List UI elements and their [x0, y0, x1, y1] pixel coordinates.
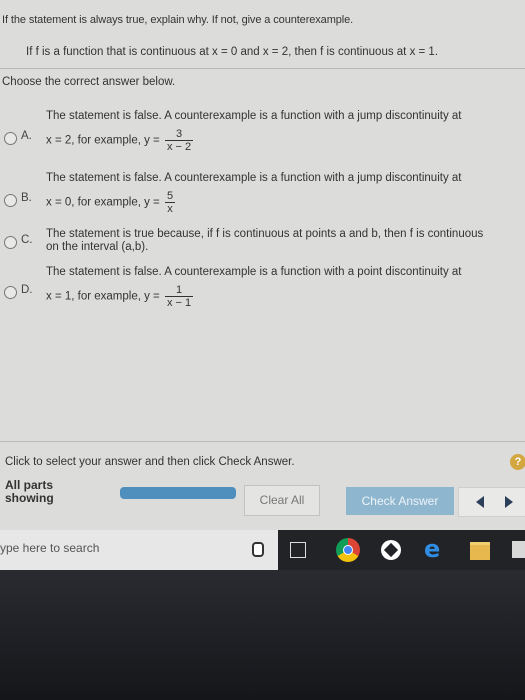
clear-all-button[interactable]: Clear All — [244, 485, 320, 516]
option-d-denominator: x − 1 — [164, 296, 194, 309]
question-statement: If f is a function that is continuous at… — [26, 46, 439, 58]
instruction-text: Choose the correct answer below. — [2, 76, 176, 88]
option-d-prefix: x = 1, for example, y = — [46, 290, 160, 303]
option-a-fraction: 3 x − 2 — [164, 128, 194, 153]
parts-showing-label: All parts showing — [5, 478, 54, 505]
divider — [0, 441, 525, 442]
help-icon[interactable]: ? — [510, 454, 525, 470]
question-panel: If the statement is always true, explain… — [0, 0, 525, 530]
option-a-letter: A. — [21, 130, 32, 142]
task-view-icon[interactable] — [290, 542, 306, 558]
file-explorer-icon[interactable] — [470, 542, 490, 560]
question-prompt: If the statement is always true, explain… — [2, 14, 354, 26]
option-b-denominator: x — [164, 202, 176, 215]
option-b-letter: B. — [21, 192, 32, 204]
option-b-text: The statement is false. A counterexample… — [46, 172, 462, 184]
divider — [0, 68, 525, 69]
option-c-letter: C. — [21, 234, 33, 246]
microphone-icon[interactable] — [252, 542, 264, 557]
app-icon[interactable] — [381, 540, 401, 560]
option-d-radio[interactable] — [4, 286, 17, 299]
question-nav — [458, 487, 525, 517]
option-a-denominator: x − 2 — [164, 140, 194, 153]
option-b-radio[interactable] — [4, 194, 17, 207]
monitor-bezel — [0, 570, 525, 700]
option-d-fraction: 1 x − 1 — [164, 284, 194, 309]
option-c-text-cont: on the interval (a,b). — [46, 241, 149, 253]
option-a-formula: x = 2, for example, y = 3 x − 2 — [46, 128, 194, 153]
taskbar-search-box[interactable]: ype here to search — [0, 530, 278, 570]
option-a-radio[interactable] — [4, 132, 17, 145]
option-b-fraction: 5 x — [164, 190, 176, 215]
option-d-formula: x = 1, for example, y = 1 x − 1 — [46, 284, 194, 309]
option-a-prefix: x = 2, for example, y = — [46, 134, 160, 147]
chrome-icon[interactable] — [336, 538, 360, 562]
check-answer-button[interactable]: Check Answer — [346, 487, 454, 515]
store-icon[interactable] — [512, 541, 525, 558]
progress-bar — [120, 487, 236, 499]
option-a-text: The statement is false. A counterexample… — [46, 110, 462, 122]
edge-icon[interactable]: e — [424, 535, 440, 563]
option-c-text: The statement is true because, if f is c… — [46, 228, 484, 240]
help-text: Click to select your answer and then cli… — [5, 456, 295, 468]
option-c-radio[interactable] — [4, 236, 17, 249]
option-a-numerator: 3 — [176, 128, 183, 140]
windows-taskbar: ype here to search e — [0, 530, 525, 570]
taskbar-search-placeholder: ype here to search — [0, 541, 100, 555]
option-d-text: The statement is false. A counterexample… — [46, 266, 462, 278]
option-d-letter: D. — [21, 284, 33, 296]
prev-arrow-icon[interactable] — [476, 496, 484, 508]
option-d-numerator: 1 — [176, 284, 183, 296]
next-arrow-icon[interactable] — [505, 496, 513, 508]
option-b-numerator: 5 — [166, 190, 174, 202]
option-b-prefix: x = 0, for example, y = — [46, 196, 160, 209]
option-b-formula: x = 0, for example, y = 5 x — [46, 190, 176, 215]
